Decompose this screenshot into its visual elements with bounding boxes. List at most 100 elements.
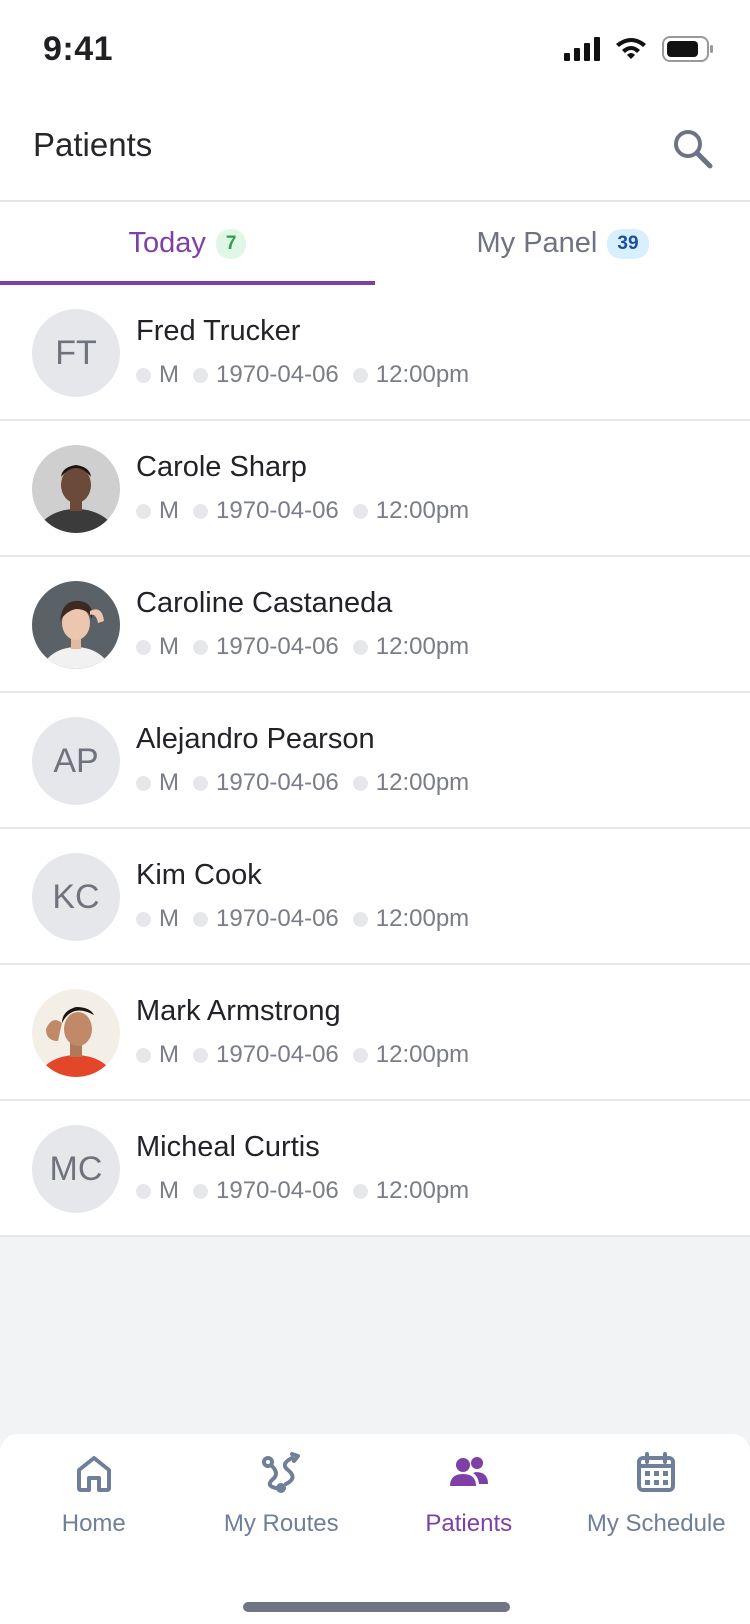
patient-name: Alejandro Pearson bbox=[136, 723, 375, 755]
nav-my-schedule-label: My Schedule bbox=[586, 1510, 726, 1537]
patient-meta: M 1970-04-06 12:00pm bbox=[136, 905, 469, 933]
appointment-time: 12:00pm bbox=[375, 633, 470, 660]
tab-my-panel-count-badge: 39 bbox=[607, 228, 649, 259]
search-icon[interactable] bbox=[670, 126, 714, 170]
dot-icon bbox=[352, 639, 368, 655]
patient-dob: 1970-04-06 bbox=[216, 769, 339, 796]
patient-row[interactable]: MC Micheal Curtis M 1970-04-06 12:00pm bbox=[0, 1101, 750, 1237]
patient-dob: 1970-04-06 bbox=[216, 497, 339, 524]
avatar-photo bbox=[32, 581, 120, 669]
bottom-navigation: Home My Routes Patients My Schedule bbox=[0, 1434, 750, 1624]
appointment-time: 12:00pm bbox=[375, 1041, 470, 1068]
dot-icon bbox=[136, 1047, 151, 1063]
tab-bar: Today 7 My Panel 39 bbox=[0, 202, 750, 285]
dot-icon bbox=[193, 639, 208, 655]
home-icon bbox=[76, 1456, 111, 1492]
nav-patients-label: Patients bbox=[425, 1510, 513, 1537]
patient-dob: 1970-04-06 bbox=[216, 361, 339, 388]
dot-icon bbox=[352, 503, 368, 519]
tab-today-count-badge: 7 bbox=[215, 228, 247, 259]
dot-icon bbox=[136, 911, 151, 927]
nav-my-routes-label: My Routes bbox=[223, 1510, 339, 1537]
patient-dob: 1970-04-06 bbox=[216, 1041, 339, 1068]
dot-icon bbox=[352, 775, 368, 791]
nav-my-routes[interactable]: My Routes bbox=[188, 1434, 376, 1538]
patient-name: Fred Trucker bbox=[136, 315, 301, 347]
route-icon bbox=[262, 1452, 301, 1493]
appointment-time: 12:00pm bbox=[375, 497, 470, 524]
avatar: MC bbox=[32, 1125, 120, 1213]
nav-patients[interactable]: Patients bbox=[375, 1434, 563, 1538]
patient-sex: M bbox=[159, 633, 179, 660]
dot-icon bbox=[193, 503, 208, 519]
nav-home[interactable]: Home bbox=[0, 1434, 188, 1538]
tab-my-panel[interactable]: My Panel 39 bbox=[375, 202, 750, 285]
patient-row[interactable]: AP Alejandro Pearson M 1970-04-06 12:00p… bbox=[0, 693, 750, 829]
nav-my-schedule[interactable]: My Schedule bbox=[563, 1434, 750, 1538]
patient-row[interactable]: Mark Armstrong M 1970-04-06 12:00pm bbox=[0, 965, 750, 1101]
patient-row[interactable]: Carole Sharp M 1970-04-06 12:00pm bbox=[0, 421, 750, 557]
patient-meta: M 1970-04-06 12:00pm bbox=[136, 497, 469, 525]
avatar-photo bbox=[32, 445, 120, 533]
patient-meta: M 1970-04-06 12:00pm bbox=[136, 361, 469, 389]
patient-sex: M bbox=[159, 497, 179, 524]
status-bar: 9:41 bbox=[0, 0, 750, 100]
patient-name: Mark Armstrong bbox=[136, 995, 341, 1027]
dot-icon bbox=[352, 1047, 368, 1063]
tab-today-label: Today bbox=[128, 227, 206, 259]
patient-row[interactable]: Caroline Castaneda M 1970-04-06 12:00pm bbox=[0, 557, 750, 693]
dot-icon bbox=[193, 1183, 208, 1199]
dot-icon bbox=[352, 367, 368, 383]
status-time: 9:41 bbox=[43, 30, 114, 68]
appointment-time: 12:00pm bbox=[375, 361, 470, 388]
dot-icon bbox=[193, 1047, 208, 1063]
patient-sex: M bbox=[159, 905, 179, 932]
avatar: KC bbox=[32, 853, 120, 941]
dot-icon bbox=[352, 911, 368, 927]
patient-name: Carole Sharp bbox=[136, 451, 307, 483]
patient-dob: 1970-04-06 bbox=[216, 1177, 339, 1204]
dot-icon bbox=[136, 503, 151, 519]
dot-icon bbox=[136, 775, 151, 791]
dot-icon bbox=[193, 367, 208, 383]
nav-home-label: Home bbox=[61, 1510, 126, 1537]
tab-today[interactable]: Today 7 bbox=[0, 202, 375, 285]
battery-icon bbox=[662, 36, 713, 62]
status-icons bbox=[564, 36, 714, 62]
patient-sex: M bbox=[159, 1041, 179, 1068]
wifi-icon bbox=[616, 38, 646, 59]
patient-list: FT Fred Trucker M 1970-04-06 12:00pm Car… bbox=[0, 285, 750, 1237]
patient-dob: 1970-04-06 bbox=[216, 633, 339, 660]
patient-sex: M bbox=[159, 1177, 179, 1204]
patient-meta: M 1970-04-06 12:00pm bbox=[136, 769, 469, 797]
patient-sex: M bbox=[159, 361, 179, 388]
patient-sex: M bbox=[159, 769, 179, 796]
patient-meta: M 1970-04-06 12:00pm bbox=[136, 1041, 469, 1069]
signal-icon bbox=[564, 37, 600, 61]
avatar-photo bbox=[32, 989, 120, 1077]
avatar: AP bbox=[32, 717, 120, 805]
patient-row[interactable]: FT Fred Trucker M 1970-04-06 12:00pm bbox=[0, 285, 750, 421]
patient-name: Micheal Curtis bbox=[136, 1131, 320, 1163]
appointment-time: 12:00pm bbox=[375, 1177, 470, 1204]
dot-icon bbox=[352, 1183, 368, 1199]
dot-icon bbox=[136, 1183, 151, 1199]
home-indicator bbox=[243, 1602, 510, 1612]
avatar: FT bbox=[32, 309, 120, 397]
tab-my-panel-label: My Panel bbox=[476, 227, 598, 259]
dot-icon bbox=[193, 911, 208, 927]
calendar-icon bbox=[637, 1452, 676, 1492]
patient-meta: M 1970-04-06 12:00pm bbox=[136, 633, 469, 661]
dot-icon bbox=[136, 367, 151, 383]
patient-meta: M 1970-04-06 12:00pm bbox=[136, 1177, 469, 1205]
patient-dob: 1970-04-06 bbox=[216, 905, 339, 932]
page-title: Patients bbox=[33, 126, 153, 163]
appointment-time: 12:00pm bbox=[375, 769, 470, 796]
patient-row[interactable]: KC Kim Cook M 1970-04-06 12:00pm bbox=[0, 829, 750, 965]
dot-icon bbox=[193, 775, 208, 791]
dot-icon bbox=[136, 639, 151, 655]
patient-name: Caroline Castaneda bbox=[136, 587, 393, 619]
patient-name: Kim Cook bbox=[136, 859, 262, 891]
users-icon bbox=[449, 1457, 488, 1486]
top-area: 9:41 Patients Today 7 My Panel 39 bbox=[0, 0, 750, 285]
